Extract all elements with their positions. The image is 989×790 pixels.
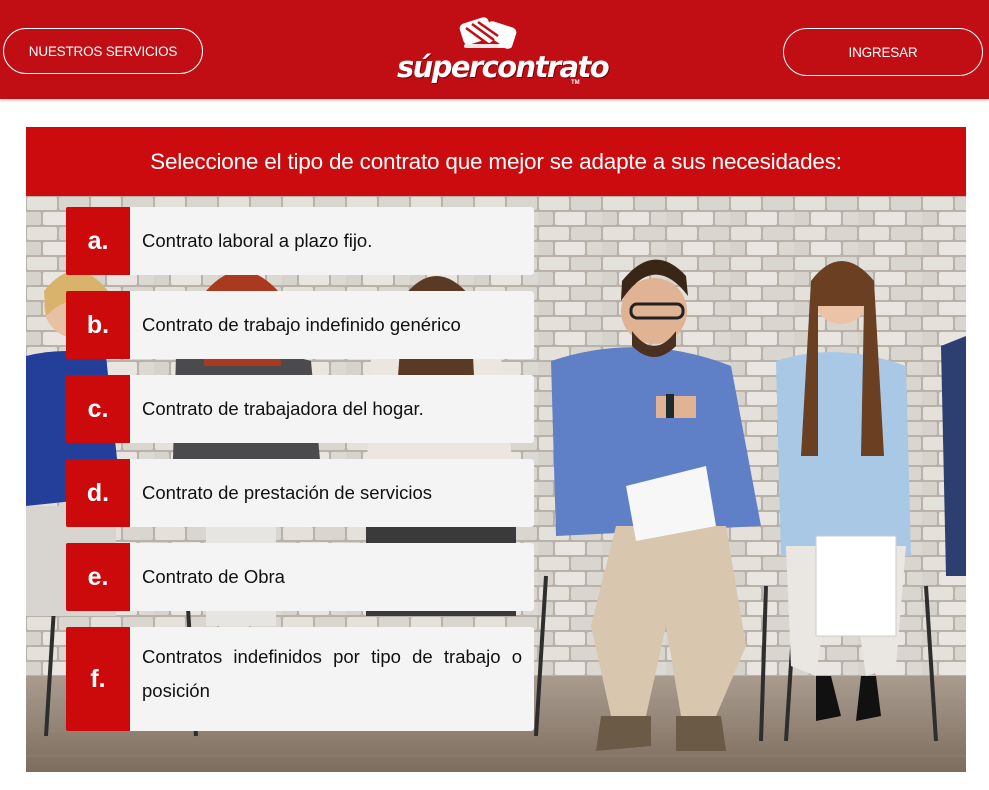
panel-title: Seleccione el tipo de contrato que mejor…: [26, 127, 966, 196]
option-label: Contrato laboral a plazo fijo.: [130, 207, 534, 275]
option-d[interactable]: d. Contrato de prestación de servicios: [66, 459, 534, 527]
option-label: Contrato de trabajo indefinido genérico: [130, 291, 534, 359]
option-letter: a.: [66, 207, 130, 275]
option-label: Contrato de Obra: [130, 543, 534, 611]
option-label: Contrato de trabajadora del hogar.: [130, 375, 534, 443]
option-letter: c.: [66, 375, 130, 443]
top-header: NUESTROS SERVICIOS súpercontrato TM INGR…: [0, 0, 989, 99]
option-e[interactable]: e. Contrato de Obra: [66, 543, 534, 611]
option-letter: d.: [66, 459, 130, 527]
option-letter: e.: [66, 543, 130, 611]
our-services-label: NUESTROS SERVICIOS: [28, 43, 178, 59]
option-letter: b.: [66, 291, 130, 359]
login-label: INGRESAR: [848, 44, 918, 60]
option-f[interactable]: f. Contratos indefinidos por tipo de tra…: [66, 627, 534, 731]
option-c[interactable]: c. Contrato de trabajadora del hogar.: [66, 375, 534, 443]
option-letter: f.: [66, 627, 130, 731]
login-button[interactable]: INGRESAR: [783, 28, 983, 76]
panel-title-text: Seleccione el tipo de contrato que mejor…: [150, 148, 842, 174]
logo-trademark: TM: [571, 80, 580, 86]
logo-wordmark: súpercontrato: [397, 50, 610, 84]
option-b[interactable]: b. Contrato de trabajo indefinido genéri…: [66, 291, 534, 359]
option-label: Contrato de prestación de servicios: [130, 459, 534, 527]
option-label: Contratos indefinidos por tipo de trabaj…: [130, 627, 534, 731]
supercontrato-logo[interactable]: súpercontrato TM: [394, 12, 610, 90]
option-a[interactable]: a. Contrato laboral a plazo fijo.: [66, 207, 534, 275]
contract-selection-panel: Seleccione el tipo de contrato que mejor…: [26, 127, 966, 772]
our-services-button[interactable]: NUESTROS SERVICIOS: [3, 28, 203, 74]
